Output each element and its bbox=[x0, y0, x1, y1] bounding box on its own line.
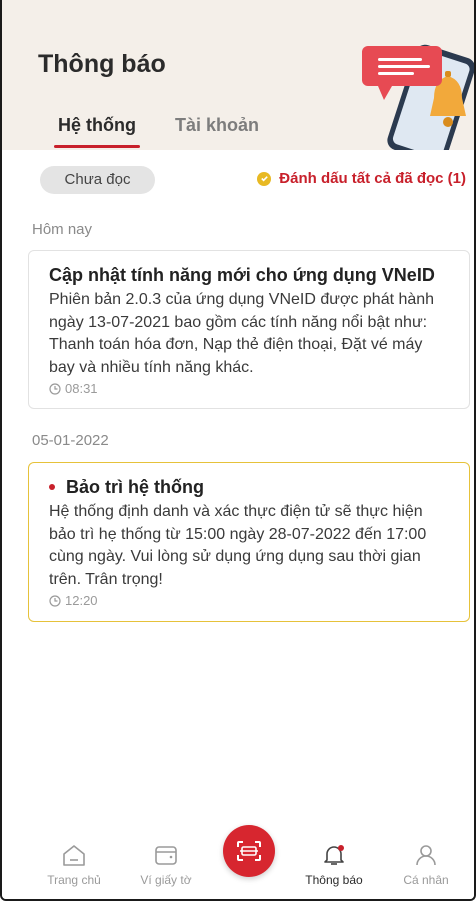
scan-qr-button[interactable] bbox=[223, 825, 275, 877]
scan-icon bbox=[237, 841, 261, 861]
header: Thông báo Hệ thống Tài khoản bbox=[2, 0, 474, 164]
check-circle-icon bbox=[257, 171, 272, 186]
notification-time: 08:31 bbox=[49, 381, 451, 396]
user-icon bbox=[416, 845, 436, 866]
nav-home[interactable]: Trang chủ bbox=[34, 843, 114, 887]
home-icon bbox=[63, 845, 85, 866]
unread-dot-icon bbox=[49, 484, 55, 490]
notification-title-text: Bảo trì hệ thống bbox=[66, 477, 204, 497]
notification-card[interactable]: Cập nhật tính năng mới cho ứng dụng VNeI… bbox=[28, 250, 470, 409]
notification-time: 12:20 bbox=[49, 593, 451, 608]
nav-notifications-label: Thông báo bbox=[305, 873, 363, 887]
nav-profile[interactable]: Cá nhân bbox=[386, 843, 466, 887]
notification-body: Phiên bản 2.0.3 của ứng dụng VNeID được … bbox=[49, 291, 435, 376]
mark-all-read-label: Đánh dấu tất cả đã đọc (1) bbox=[279, 170, 466, 187]
section-date: 05-01-2022 bbox=[32, 432, 109, 449]
notification-title: Cập nhật tính năng mới cho ứng dụng VNeI… bbox=[49, 265, 435, 285]
app-screen: Thông báo Hệ thống Tài khoản Chưa đọc Đá… bbox=[0, 0, 476, 901]
mark-all-read-button[interactable]: Đánh dấu tất cả đã đọc (1) bbox=[257, 170, 466, 187]
notification-title: Bảo trì hệ thống bbox=[49, 475, 451, 499]
tab-account[interactable]: Tài khoản bbox=[175, 112, 259, 150]
tab-system[interactable]: Hệ thống bbox=[54, 112, 140, 150]
section-date: Hôm nay bbox=[32, 221, 93, 238]
nav-home-label: Trang chủ bbox=[47, 873, 101, 887]
nav-wallet-label: Ví giấy tờ bbox=[140, 873, 192, 887]
nav-profile-label: Cá nhân bbox=[403, 873, 449, 887]
bell-icon bbox=[324, 845, 344, 865]
notification-time-text: 12:20 bbox=[65, 593, 98, 608]
wallet-icon bbox=[155, 846, 177, 865]
notification-card-unread[interactable]: Bảo trì hệ thống Hệ thống định danh và x… bbox=[28, 462, 470, 622]
unread-filter-chip[interactable]: Chưa đọc bbox=[40, 166, 155, 194]
tabs: Hệ thống Tài khoản bbox=[2, 112, 474, 150]
notification-time-text: 08:31 bbox=[65, 381, 98, 396]
bottom-navigation: Trang chủ Ví giấy tờ Thông báo Cá nhân bbox=[2, 825, 474, 899]
filter-row: Chưa đọc Đánh dấu tất cả đã đọc (1) bbox=[2, 164, 474, 196]
notification-body: Hệ thống định danh và xác thực điện tử s… bbox=[49, 503, 427, 588]
clock-icon bbox=[49, 382, 61, 395]
nav-wallet[interactable]: Ví giấy tờ bbox=[126, 843, 206, 887]
nav-notifications[interactable]: Thông báo bbox=[294, 843, 374, 887]
clock-icon bbox=[49, 594, 61, 607]
page-title: Thông báo bbox=[38, 50, 166, 78]
